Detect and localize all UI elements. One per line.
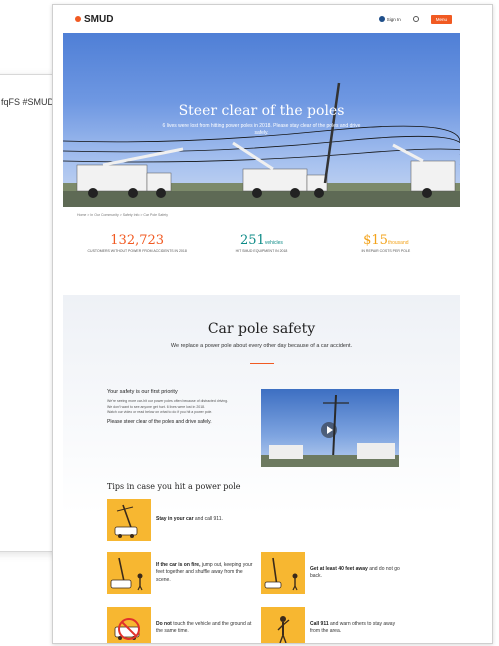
- tip-no-touch-icon: [107, 607, 151, 643]
- signin-label: Sign In: [386, 16, 401, 22]
- tip-text: Get at least 40 feet away and do not go …: [310, 565, 400, 579]
- signin-link[interactable]: Sign In: [378, 16, 401, 22]
- tip-fire-icon: [107, 552, 151, 594]
- priority-line-1: We're seeing more car-hit our power pole…: [107, 399, 229, 403]
- hero-trucks-illustration: [63, 82, 460, 207]
- breadcrumb[interactable]: Home > In Our Community > Safety Info > …: [63, 207, 460, 223]
- tip-distance-icon: [261, 552, 305, 594]
- site-header: SMUD Sign In Menu: [63, 5, 460, 33]
- stats-row: 132,723 Customers without power from acc…: [63, 223, 460, 273]
- section-divider: [249, 363, 274, 364]
- page-screenshot-frame: SMUD Sign In Menu Steer clear of the pol…: [52, 4, 493, 644]
- stat-vehicles-caption: Hit SMUD equipment in 2018: [235, 249, 288, 253]
- header-actions: Sign In Menu: [378, 14, 452, 24]
- stat-repair-number: $15thousand: [363, 233, 409, 248]
- priority-emphasis: Please steer clear of the poles and driv…: [107, 418, 212, 425]
- tip-call-911: Call 911 and warn others to stay away fr…: [261, 607, 401, 643]
- tweet-text: fqFS #SMUD: [1, 97, 55, 107]
- menu-button[interactable]: Menu: [430, 14, 452, 24]
- logo-dot-icon: [75, 16, 81, 22]
- priority-line-3: Watch our video or read below on what to…: [107, 410, 213, 415]
- hero-subtitle: 6 lives were lost from hitting power pol…: [162, 123, 361, 137]
- search-icon[interactable]: [412, 16, 419, 22]
- stat-vehicles-number: 251vehicles: [240, 233, 283, 248]
- tip-car-on-fire: If the car is on fire, jump out, keeping…: [107, 552, 257, 594]
- tip-stay-in-car: Stay in your car and call 911.: [107, 499, 267, 541]
- tip-do-not-touch: Do not touch the vehicle and the ground …: [107, 607, 257, 643]
- stat-vehicles: 251vehicles Hit SMUD equipment in 2018: [199, 233, 323, 273]
- tip-40-feet: Get at least 40 feet away and do not go …: [261, 552, 401, 594]
- tips-title: Tips in case you hit a power pole: [107, 482, 241, 491]
- tip-text: Do not touch the vehicle and the ground …: [156, 620, 252, 634]
- stat-repair-cost: $15thousand In repair costs per pole: [324, 233, 448, 273]
- priority-block: Your safety is our first priority We're …: [107, 389, 247, 425]
- user-icon: [378, 16, 385, 22]
- tip-phone-icon: [261, 607, 305, 643]
- safety-video[interactable]: [261, 389, 399, 467]
- stat-customers-number: 132,723: [110, 233, 165, 248]
- stat-customers-caption: Customers without power from accidents i…: [87, 249, 187, 253]
- play-icon[interactable]: [321, 422, 337, 438]
- stat-customers: 132,723 Customers without power from acc…: [75, 233, 199, 273]
- section-lead: We replace a power pole about every othe…: [170, 343, 353, 349]
- tip-car-icon: [107, 499, 151, 541]
- tip-text: If the car is on fire, jump out, keeping…: [156, 562, 253, 583]
- hero-title: Steer clear of the poles: [178, 103, 345, 119]
- logo-text: SMUD: [84, 13, 114, 25]
- stat-repair-caption: In repair costs per pole: [361, 249, 411, 253]
- smud-logo[interactable]: SMUD: [75, 14, 113, 25]
- section-title: Car pole safety: [207, 321, 316, 337]
- tip-text: Call 911 and warn others to stay away fr…: [310, 620, 396, 634]
- hero-banner: Steer clear of the poles 6 lives were lo…: [63, 33, 460, 207]
- car-pole-safety-section: Car pole safety We replace a power pole …: [63, 295, 460, 643]
- tip-text: Stay in your car and call 911.: [156, 516, 223, 523]
- webpage: SMUD Sign In Menu Steer clear of the pol…: [63, 5, 460, 643]
- priority-heading: Your safety is our first priority: [107, 389, 178, 395]
